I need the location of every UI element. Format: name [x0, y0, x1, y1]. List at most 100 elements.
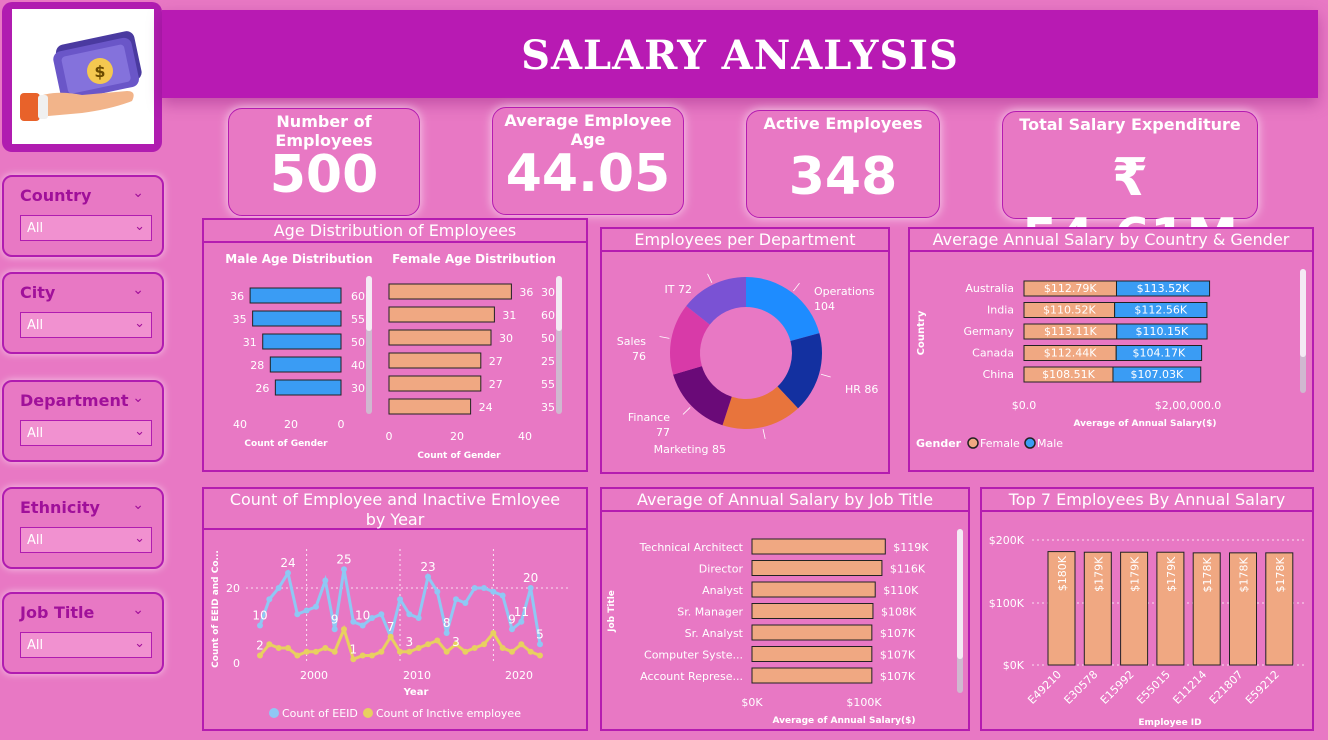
chevron-down-icon[interactable]: ⌄	[134, 531, 145, 546]
bar-female-age[interactable]	[388, 329, 492, 346]
data-point[interactable]	[397, 596, 403, 603]
data-point[interactable]	[481, 641, 487, 648]
scrollbar-thumb[interactable]	[366, 276, 372, 331]
bar-male-age[interactable]	[249, 287, 342, 304]
data-point[interactable]	[303, 607, 310, 614]
donut-slice[interactable]	[746, 277, 820, 342]
slicer-department[interactable]: Department ⌄ All ⌄	[2, 380, 164, 462]
chevron-down-icon[interactable]: ⌄	[134, 219, 145, 234]
data-point[interactable]	[331, 626, 338, 633]
data-point[interactable]	[462, 600, 469, 606]
data-point[interactable]	[257, 622, 263, 629]
data-point[interactable]	[518, 618, 525, 625]
data-point[interactable]	[443, 648, 450, 655]
data-point[interactable]	[527, 585, 534, 591]
bar-job-salary[interactable]	[751, 603, 874, 619]
scrollbar-thumb[interactable]	[1300, 269, 1306, 357]
city-dropdown[interactable]: All ⌄	[20, 312, 152, 338]
data-point[interactable]	[490, 630, 497, 636]
bar-male-age[interactable]	[262, 333, 342, 350]
chevron-down-icon[interactable]: ⌄	[132, 602, 144, 618]
data-point[interactable]	[434, 637, 441, 644]
bar-male-age[interactable]	[269, 356, 342, 373]
data-point[interactable]	[425, 641, 431, 648]
chevron-down-icon[interactable]: ⌄	[134, 636, 145, 651]
data-point[interactable]	[378, 611, 385, 618]
slicer-country[interactable]: Country ⌄ All ⌄	[2, 175, 164, 257]
data-point[interactable]	[275, 585, 282, 591]
bar-female-age[interactable]	[388, 375, 482, 392]
data-point[interactable]	[537, 641, 543, 648]
data-point[interactable]	[509, 648, 515, 655]
data-point[interactable]	[387, 633, 394, 640]
data-point[interactable]	[313, 648, 319, 655]
data-point[interactable]	[322, 577, 329, 584]
job-title-dropdown[interactable]: All ⌄	[20, 632, 152, 658]
scrollbar-thumb[interactable]	[556, 276, 562, 331]
legend-inactive-label[interactable]: Count of Inctive employee	[376, 707, 521, 720]
data-point[interactable]	[359, 652, 366, 659]
bar-female-age[interactable]	[388, 306, 495, 323]
bar-job-salary[interactable]	[751, 667, 873, 684]
legend-female-label[interactable]: Female	[980, 437, 1020, 450]
data-point[interactable]	[266, 641, 273, 648]
data-point[interactable]	[499, 592, 506, 599]
data-point[interactable]	[331, 648, 338, 655]
chevron-down-icon[interactable]: ⌄	[132, 185, 144, 201]
data-point[interactable]	[415, 645, 422, 651]
scrollbar-thumb[interactable]	[957, 529, 963, 659]
department-dropdown[interactable]: All ⌄	[20, 420, 152, 446]
data-point[interactable]	[537, 652, 543, 659]
data-point[interactable]	[266, 596, 273, 603]
data-point[interactable]	[275, 645, 282, 651]
data-point[interactable]	[303, 648, 310, 655]
data-point[interactable]	[341, 566, 347, 573]
bar-job-salary[interactable]	[751, 538, 886, 555]
bar-female-age[interactable]	[388, 352, 482, 369]
bar-job-salary[interactable]	[751, 581, 876, 598]
data-point[interactable]	[313, 603, 319, 610]
data-point[interactable]	[378, 648, 385, 655]
bar-male-age[interactable]	[252, 310, 342, 327]
data-point[interactable]	[518, 641, 525, 648]
chevron-down-icon[interactable]: ⌄	[134, 316, 145, 331]
slicer-city[interactable]: City ⌄ All ⌄	[2, 272, 164, 354]
data-point[interactable]	[481, 585, 487, 591]
country-dropdown[interactable]: All ⌄	[20, 215, 152, 241]
chevron-down-icon[interactable]: ⌄	[132, 282, 144, 298]
data-point[interactable]	[453, 596, 459, 603]
data-point[interactable]	[490, 588, 497, 595]
bar-male-age[interactable]	[274, 379, 342, 396]
data-point[interactable]	[294, 652, 301, 659]
data-point[interactable]	[350, 656, 357, 663]
data-point[interactable]	[425, 573, 431, 580]
data-point[interactable]	[434, 588, 441, 595]
data-point[interactable]	[322, 645, 329, 651]
chevron-down-icon[interactable]: ⌄	[132, 390, 144, 406]
bar-female-age[interactable]	[388, 398, 472, 415]
slicer-job-title[interactable]: Job Title ⌄ All ⌄	[2, 592, 164, 674]
data-point[interactable]	[341, 626, 347, 633]
data-point[interactable]	[406, 611, 413, 618]
ethnicity-dropdown[interactable]: All ⌄	[20, 527, 152, 553]
data-point[interactable]	[471, 645, 478, 651]
data-point[interactable]	[359, 622, 366, 629]
chevron-down-icon[interactable]: ⌄	[134, 424, 145, 439]
data-point[interactable]	[415, 615, 422, 621]
data-point[interactable]	[509, 626, 515, 633]
legend-male-label[interactable]: Male	[1037, 437, 1063, 450]
data-point[interactable]	[369, 652, 375, 659]
chevron-down-icon[interactable]: ⌄	[132, 497, 144, 513]
data-point[interactable]	[443, 630, 450, 636]
bar-job-salary[interactable]	[751, 646, 873, 662]
data-point[interactable]	[257, 652, 263, 659]
data-point[interactable]	[499, 645, 506, 651]
data-point[interactable]	[406, 648, 413, 655]
bar-job-salary[interactable]	[751, 560, 883, 576]
bar-female-age[interactable]	[388, 283, 512, 300]
slicer-ethnicity[interactable]: Ethnicity ⌄ All ⌄	[2, 487, 164, 569]
data-point[interactable]	[285, 645, 291, 651]
legend-eeid-label[interactable]: Count of EEID	[282, 707, 358, 720]
data-point[interactable]	[471, 585, 478, 591]
data-point[interactable]	[294, 611, 301, 618]
